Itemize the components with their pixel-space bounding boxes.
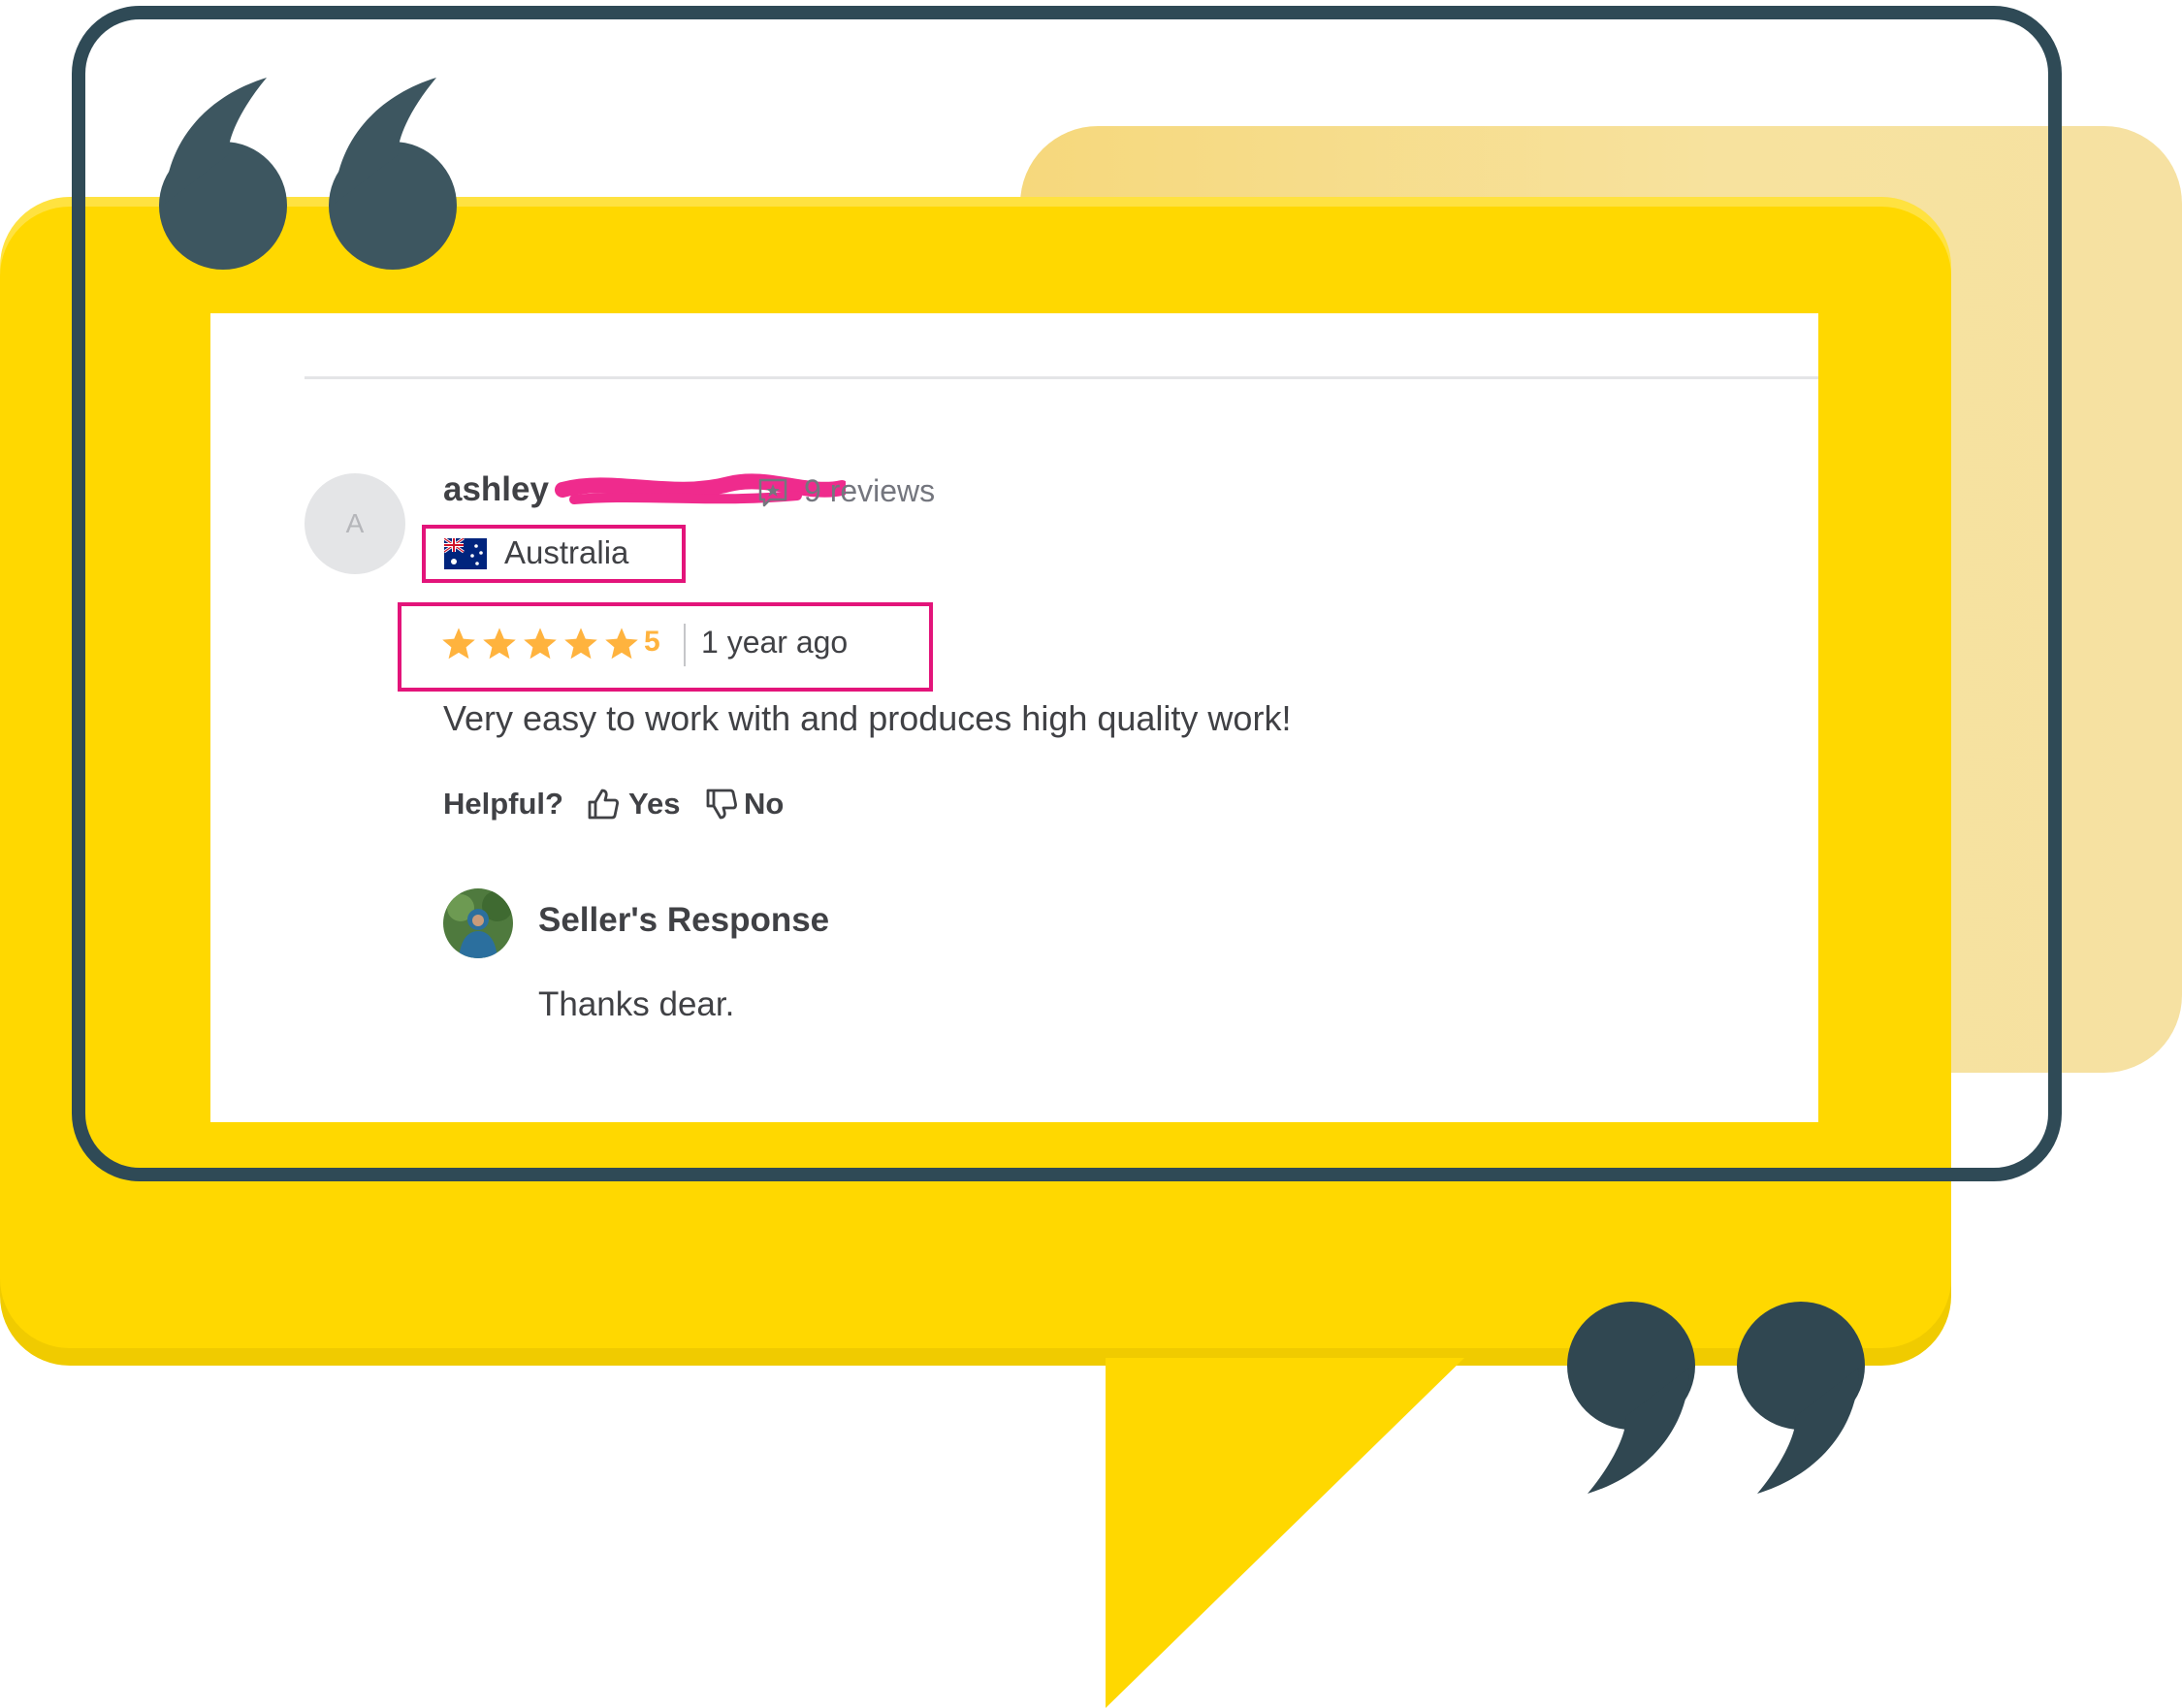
close-quote-icon [1737, 1302, 1865, 1494]
reviews-count: 9 reviews [804, 473, 936, 508]
open-quote-icon [329, 78, 457, 270]
seller-response-title: Seller's Response [538, 901, 830, 939]
reviewer-name[interactable]: ashley [443, 470, 549, 509]
review-time: 1 year ago [701, 625, 849, 660]
thumbs-up-icon[interactable] [586, 787, 621, 822]
close-quote-icon [1567, 1302, 1695, 1494]
seller-avatar [443, 888, 513, 958]
helpful-yes-button[interactable]: Yes [628, 787, 680, 822]
helpful-no-button[interactable]: No [744, 787, 784, 822]
open-quote-icon [159, 78, 287, 270]
helpful-label: Helpful? [443, 787, 563, 821]
star-in-speech-bubble-icon [758, 478, 787, 507]
country-name: Australia [504, 534, 629, 570]
redaction-scribble [555, 473, 846, 504]
star-icon [483, 628, 516, 660]
review-text: Very easy to work with and produces high… [443, 698, 1292, 738]
rating-separator [684, 624, 686, 666]
seller-response-text: Thanks dear. [538, 985, 735, 1023]
speech-bubble-tail [1106, 1358, 1464, 1708]
rating-value: 5 [644, 626, 660, 658]
star-icon [442, 628, 475, 660]
australia-flag-icon [444, 538, 487, 569]
reviewer-initial: A [345, 508, 365, 538]
star-icon [564, 628, 597, 660]
reviewer-avatar: A [305, 473, 405, 574]
divider [305, 376, 1818, 379]
star-icon [605, 628, 638, 660]
thumbs-down-icon[interactable] [704, 787, 739, 822]
star-icon [524, 628, 557, 660]
review-card: A ashley 9 reviews Australia 5 1 year ag… [210, 313, 1818, 1122]
